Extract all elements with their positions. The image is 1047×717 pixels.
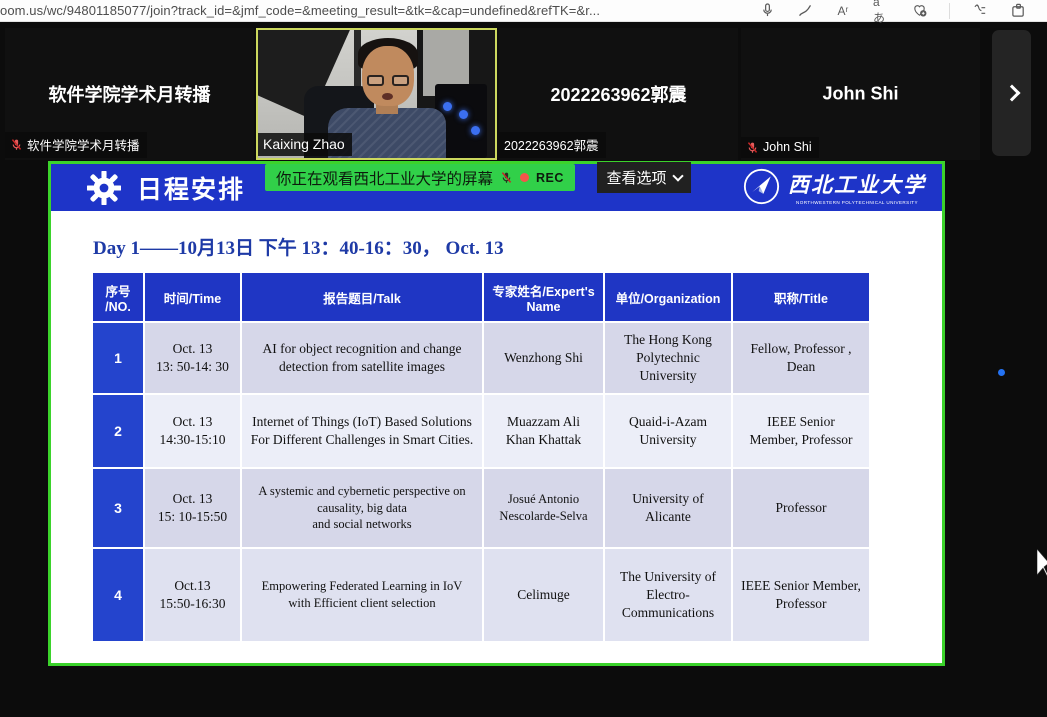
browser-toolbar-icons: Aʳ aあ: [759, 3, 1026, 19]
header-talk: 报告题目/Talk: [242, 273, 482, 321]
table-header-row: 序号 /NO. 时间/Time 报告题目/Talk 专家姓名/Expert's …: [93, 273, 869, 321]
cell-organization: The Hong Kong Polytechnic University: [605, 323, 731, 393]
cell-talk: Internet of Things (IoT) Based Solutions…: [242, 395, 482, 467]
schedule-page-title: 日程安排: [137, 170, 245, 206]
participant-display-name: 2022263962郭震: [499, 81, 738, 107]
participant-tile-3[interactable]: 2022263962郭震 2022263962郭震: [499, 28, 738, 160]
cell-organization: Quaid-i-Azam University: [605, 395, 731, 467]
view-options-label: 查看选项: [606, 167, 666, 188]
table-row: 1 Oct. 13 13: 50-14: 30 AI for object re…: [93, 323, 869, 393]
microphone-icon[interactable]: [759, 3, 775, 19]
cell-no: 4: [93, 549, 143, 641]
meeting-window: oom.us/wc/94801185077/join?track_id=&jmf…: [0, 0, 1047, 717]
schedule-table: 序号 /NO. 时间/Time 报告题目/Talk 专家姓名/Expert's …: [91, 271, 871, 643]
chevron-down-icon: [672, 170, 683, 181]
cell-talk: Empowering Federated Learning in IoV wit…: [242, 549, 482, 641]
university-name-cn: 西北工业大学: [788, 169, 926, 199]
next-participants-button[interactable]: [992, 30, 1031, 156]
cell-title: IEEE Senior Member, Professor: [733, 395, 869, 467]
shared-screen: 日程安排 西北工业大学 NORTHWESTERN POLYTECHNICAL U…: [48, 161, 945, 666]
cell-time: Oct. 13 15: 10-15:50: [145, 469, 240, 547]
header-organization: 单位/Organization: [605, 273, 731, 321]
cell-talk: A systemic and cybernetic perspective on…: [242, 469, 482, 547]
mic-muted-icon: [10, 138, 23, 151]
watching-screen-banner: 你正在观看西北工业大学的屏幕 REC: [265, 164, 575, 191]
university-logo: 西北工业大学 NORTHWESTERN POLYTECHNICAL UNIVER…: [743, 168, 926, 205]
workflows-icon[interactable]: [972, 3, 988, 19]
university-emblem-icon: [743, 168, 780, 205]
table-row: 2 Oct. 13 14:30-15:10 Internet of Things…: [93, 395, 869, 467]
browser-address-bar: oom.us/wc/94801185077/join?track_id=&jmf…: [0, 0, 1047, 22]
read-aloud-icon[interactable]: Aʳ: [835, 3, 851, 19]
participant-tag-label: 软件学院学术月转播: [27, 135, 140, 154]
day-title: Day 1——10月13日 下午 13：40-16：30， Oct. 13: [93, 233, 504, 260]
cell-organization: The University of Electro- Communication…: [605, 549, 731, 641]
participant-tile-4[interactable]: John Shi John Shi: [741, 28, 980, 160]
cell-time: Oct.13 15:50-16:30: [145, 549, 240, 641]
recording-dot-icon: [520, 173, 529, 182]
cell-no: 2: [93, 395, 143, 467]
header-expert: 专家姓名/Expert's Name: [484, 273, 603, 321]
participant-tag-label: John Shi: [763, 140, 812, 154]
cell-expert: Celimuge: [484, 549, 603, 641]
translate-icon[interactable]: aあ: [873, 3, 889, 19]
cell-time: Oct. 13 14:30-15:10: [145, 395, 240, 467]
participant-name-tag: 软件学院学术月转播: [5, 132, 147, 158]
cell-time: Oct. 13 13: 50-14: 30: [145, 323, 240, 393]
cell-no: 3: [93, 469, 143, 547]
participant-tag-label: 2022263962郭震: [504, 135, 599, 154]
person-glasses: [367, 75, 409, 86]
view-options-button[interactable]: 查看选项: [597, 162, 691, 193]
participant-tag-label: Kaixing Zhao: [263, 136, 345, 152]
collections-heart-add-icon[interactable]: [911, 3, 927, 19]
participant-tile-1[interactable]: 软件学院学术月转播 软件学院学术月转播: [5, 28, 254, 160]
mic-muted-icon: [500, 171, 513, 184]
participant-name-tag: John Shi: [741, 137, 819, 158]
cell-title: Professor: [733, 469, 869, 547]
mic-muted-icon: [746, 141, 759, 154]
table-row: 4 Oct.13 15:50-16:30 Empowering Federate…: [93, 549, 869, 641]
cell-title: IEEE Senior Member, Professor: [733, 549, 869, 641]
person-mouth: [382, 93, 393, 100]
cell-title: Fellow, Professor , Dean: [733, 323, 869, 393]
participant-name-tag: Kaixing Zhao: [258, 133, 352, 156]
header-no: 序号 /NO.: [93, 273, 143, 321]
cell-no: 1: [93, 323, 143, 393]
university-name-en: NORTHWESTERN POLYTECHNICAL UNIVERSITY: [796, 200, 918, 205]
pen-icon[interactable]: [797, 3, 813, 19]
participant-display-name: John Shi: [741, 84, 980, 105]
participant-tile-2-video[interactable]: Kaixing Zhao: [256, 28, 497, 160]
url-field[interactable]: oom.us/wc/94801185077/join?track_id=&jmf…: [0, 3, 745, 18]
cell-expert: Josué Antonio Nescolarde-Selva: [484, 469, 603, 547]
header-time: 时间/Time: [145, 273, 240, 321]
toolbar-divider: [949, 3, 950, 19]
cell-talk: AI for object recognition and change det…: [242, 323, 482, 393]
header-title: 职称/Title: [733, 273, 869, 321]
cell-expert: Muazzam Ali Khan Khattak: [484, 395, 603, 467]
cell-organization: University of Alicante: [605, 469, 731, 547]
extension-icon[interactable]: [1010, 3, 1026, 19]
recording-indicator: REC: [536, 171, 564, 185]
shared-screen-body: Day 1——10月13日 下午 13：40-16：30， Oct. 13 序号…: [51, 211, 942, 663]
gear-icon: [87, 171, 121, 205]
chevron-right-icon: [1003, 85, 1020, 102]
annotation-dot: [998, 369, 1005, 376]
table-row: 3 Oct. 13 15: 10-15:50 A systemic and cy…: [93, 469, 869, 547]
cell-expert: Wenzhong Shi: [484, 323, 603, 393]
mouse-cursor: [1037, 549, 1047, 579]
participant-name-tag: 2022263962郭震: [499, 132, 606, 158]
participant-display-name: 软件学院学术月转播: [5, 81, 254, 107]
watching-screen-text: 你正在观看西北工业大学的屏幕: [276, 167, 493, 189]
